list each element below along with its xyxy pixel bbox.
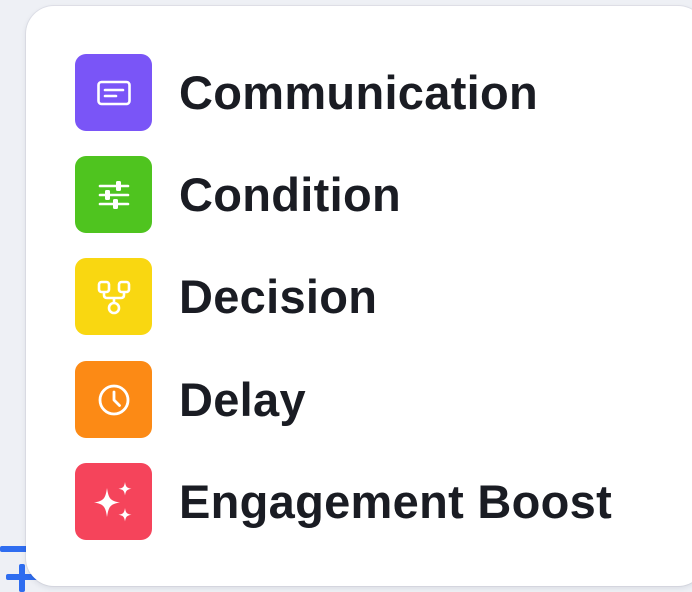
menu-item-label: Communication <box>179 66 539 119</box>
decision-tile <box>75 258 152 335</box>
canvas: Communication Condition Decision Delay E… <box>0 0 692 592</box>
engagement-boost-tile <box>75 463 152 540</box>
condition-tile <box>75 156 152 233</box>
branch-icon <box>97 280 130 314</box>
menu-item-label: Decision <box>179 270 378 323</box>
sliders-icon <box>98 180 129 209</box>
delay-tile <box>75 361 152 438</box>
menu-item-decision[interactable]: Decision <box>75 258 377 335</box>
sparkle-icon <box>93 481 131 521</box>
menu-item-engagement-boost[interactable]: Engagement Boost <box>75 463 612 540</box>
node-type-menu: Communication Condition Decision Delay E… <box>26 6 692 586</box>
menu-item-label: Condition <box>179 168 401 221</box>
menu-item-condition[interactable]: Condition <box>75 156 401 233</box>
clock-icon <box>98 384 129 415</box>
menu-item-communication[interactable]: Communication <box>75 54 538 131</box>
menu-item-delay[interactable]: Delay <box>75 361 306 438</box>
communication-tile <box>75 54 152 131</box>
message-card-icon <box>96 80 131 105</box>
menu-item-label: Engagement Boost <box>179 475 613 528</box>
menu-item-label: Delay <box>179 373 306 426</box>
